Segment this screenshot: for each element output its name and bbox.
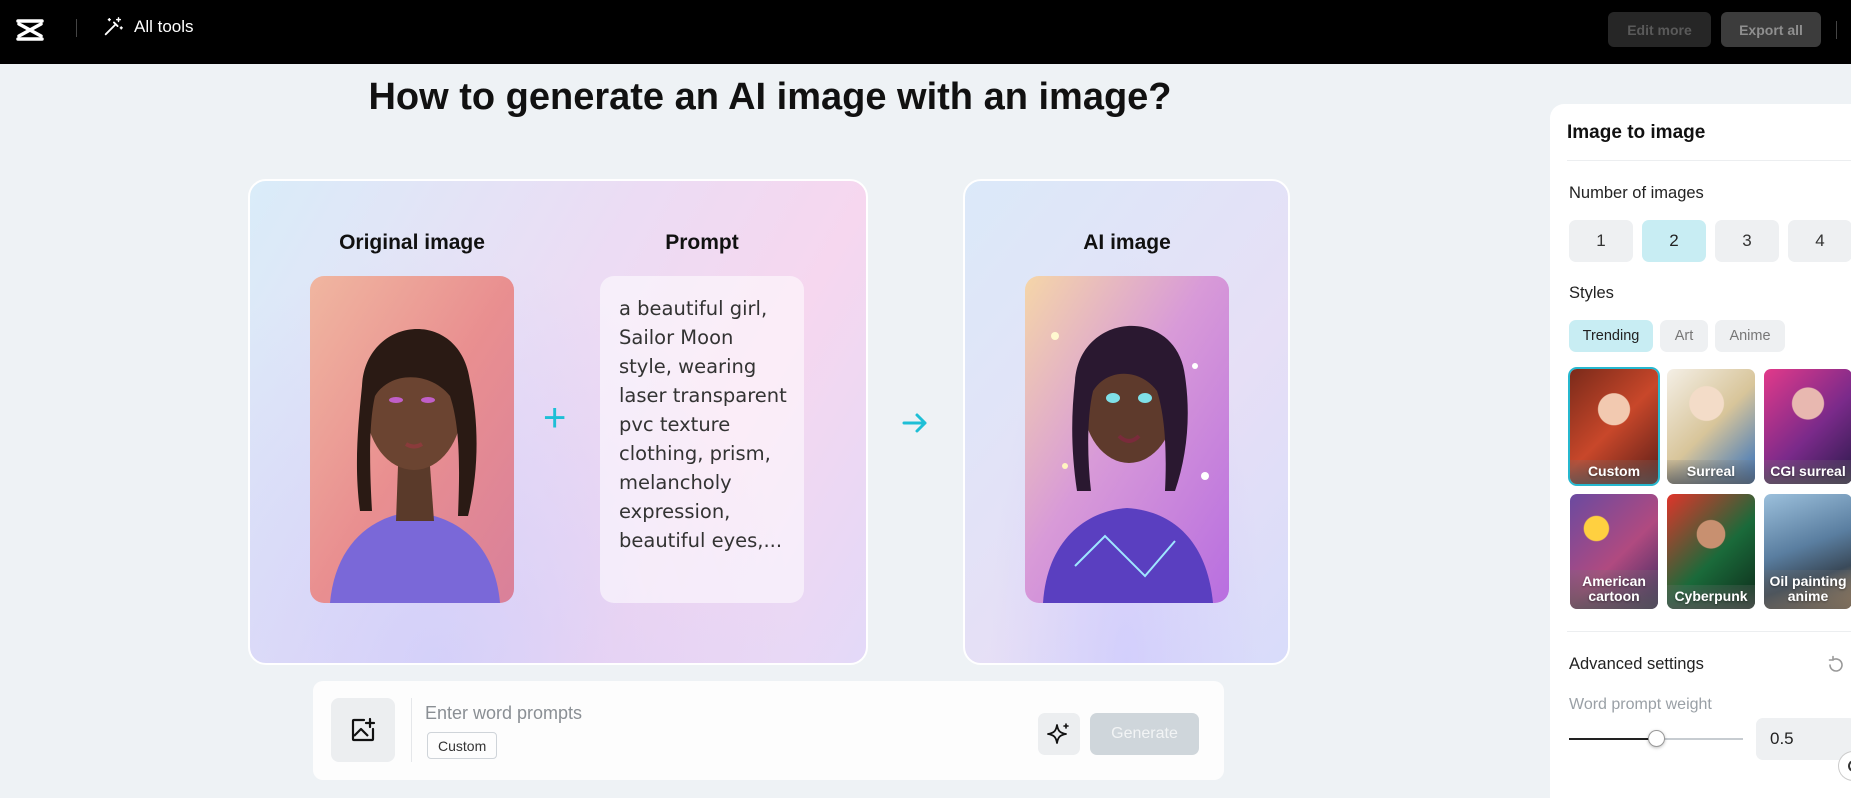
style-tile-surreal[interactable]: Surreal	[1667, 369, 1755, 484]
sparkle-icon	[1047, 723, 1069, 744]
top-divider-right	[1836, 21, 1837, 39]
prompt-bar: Custom Generate	[313, 681, 1224, 780]
number-option-4[interactable]: 4	[1788, 220, 1851, 262]
style-label-cyberpunk: Cyberpunk	[1667, 585, 1755, 609]
number-of-images-label: Number of images	[1569, 184, 1704, 202]
style-label-surreal: Surreal	[1667, 460, 1755, 484]
style-label-oil-painting-anime: Oil painting anime	[1764, 570, 1851, 609]
page-title: How to generate an AI image with an imag…	[368, 76, 1172, 118]
add-image-icon	[351, 717, 376, 742]
style-tile-custom[interactable]: Custom	[1570, 369, 1658, 484]
number-option-3[interactable]: 3	[1715, 220, 1779, 262]
top-divider	[76, 19, 77, 37]
inspire-button[interactable]	[1038, 713, 1080, 755]
prompt-bar-divider	[411, 698, 412, 762]
word-prompt-weight-label: Word prompt weight	[1569, 696, 1712, 713]
panel-separator	[1567, 160, 1851, 161]
top-bar: All tools Edit more Export all	[0, 0, 1851, 64]
all-tools-label: All tools	[134, 17, 194, 36]
original-image-label: Original image	[339, 231, 485, 254]
edit-more-button[interactable]: Edit more	[1608, 12, 1711, 47]
ai-image	[1025, 276, 1229, 603]
add-image-button[interactable]	[331, 698, 395, 762]
prompt-input[interactable]	[425, 703, 905, 724]
export-all-button[interactable]: Export all	[1721, 12, 1821, 47]
arrow-right-icon	[902, 413, 927, 433]
original-image	[310, 276, 514, 603]
all-tools-button[interactable]: All tools	[102, 16, 194, 38]
styles-label: Styles	[1569, 284, 1614, 302]
prompt-text: a beautiful girl, Sailor Moon style, wea…	[600, 276, 804, 603]
style-tile-oil-painting-anime[interactable]: Oil painting anime	[1764, 494, 1851, 609]
tab-trending[interactable]: Trending	[1569, 320, 1653, 352]
weight-slider-fill	[1569, 738, 1656, 740]
advanced-settings-label: Advanced settings	[1569, 655, 1704, 673]
settings-panel: Image to image Number of images 1 2 3 4 …	[1550, 104, 1851, 798]
tab-anime[interactable]: Anime	[1715, 320, 1785, 352]
number-option-1[interactable]: 1	[1569, 220, 1633, 262]
tab-art[interactable]: Art	[1660, 320, 1708, 352]
advanced-separator	[1567, 631, 1851, 632]
prompt-label: Prompt	[665, 231, 739, 254]
ai-image-label: AI image	[1083, 231, 1171, 254]
style-label-custom: Custom	[1570, 460, 1658, 484]
style-label-cgi-surreal: CGI surreal	[1764, 460, 1851, 484]
panel-title: Image to image	[1567, 122, 1706, 143]
style-tile-cgi-surreal[interactable]: CGI surreal	[1764, 369, 1851, 484]
weight-value-field[interactable]: 0.5	[1756, 718, 1851, 760]
number-option-2[interactable]: 2	[1642, 220, 1706, 262]
reset-icon[interactable]	[1826, 655, 1846, 675]
style-tile-american-cartoon[interactable]: American cartoon	[1570, 494, 1658, 609]
generate-button[interactable]: Generate	[1090, 713, 1199, 755]
capcut-logo-icon[interactable]	[14, 14, 46, 46]
plus-icon: +	[543, 396, 567, 440]
magic-wand-icon	[104, 17, 123, 36]
style-tag[interactable]: Custom	[427, 732, 498, 759]
style-tile-cyberpunk[interactable]: Cyberpunk	[1667, 494, 1755, 609]
weight-slider-handle[interactable]	[1648, 730, 1665, 747]
style-label-american-cartoon: American cartoon	[1570, 570, 1658, 609]
